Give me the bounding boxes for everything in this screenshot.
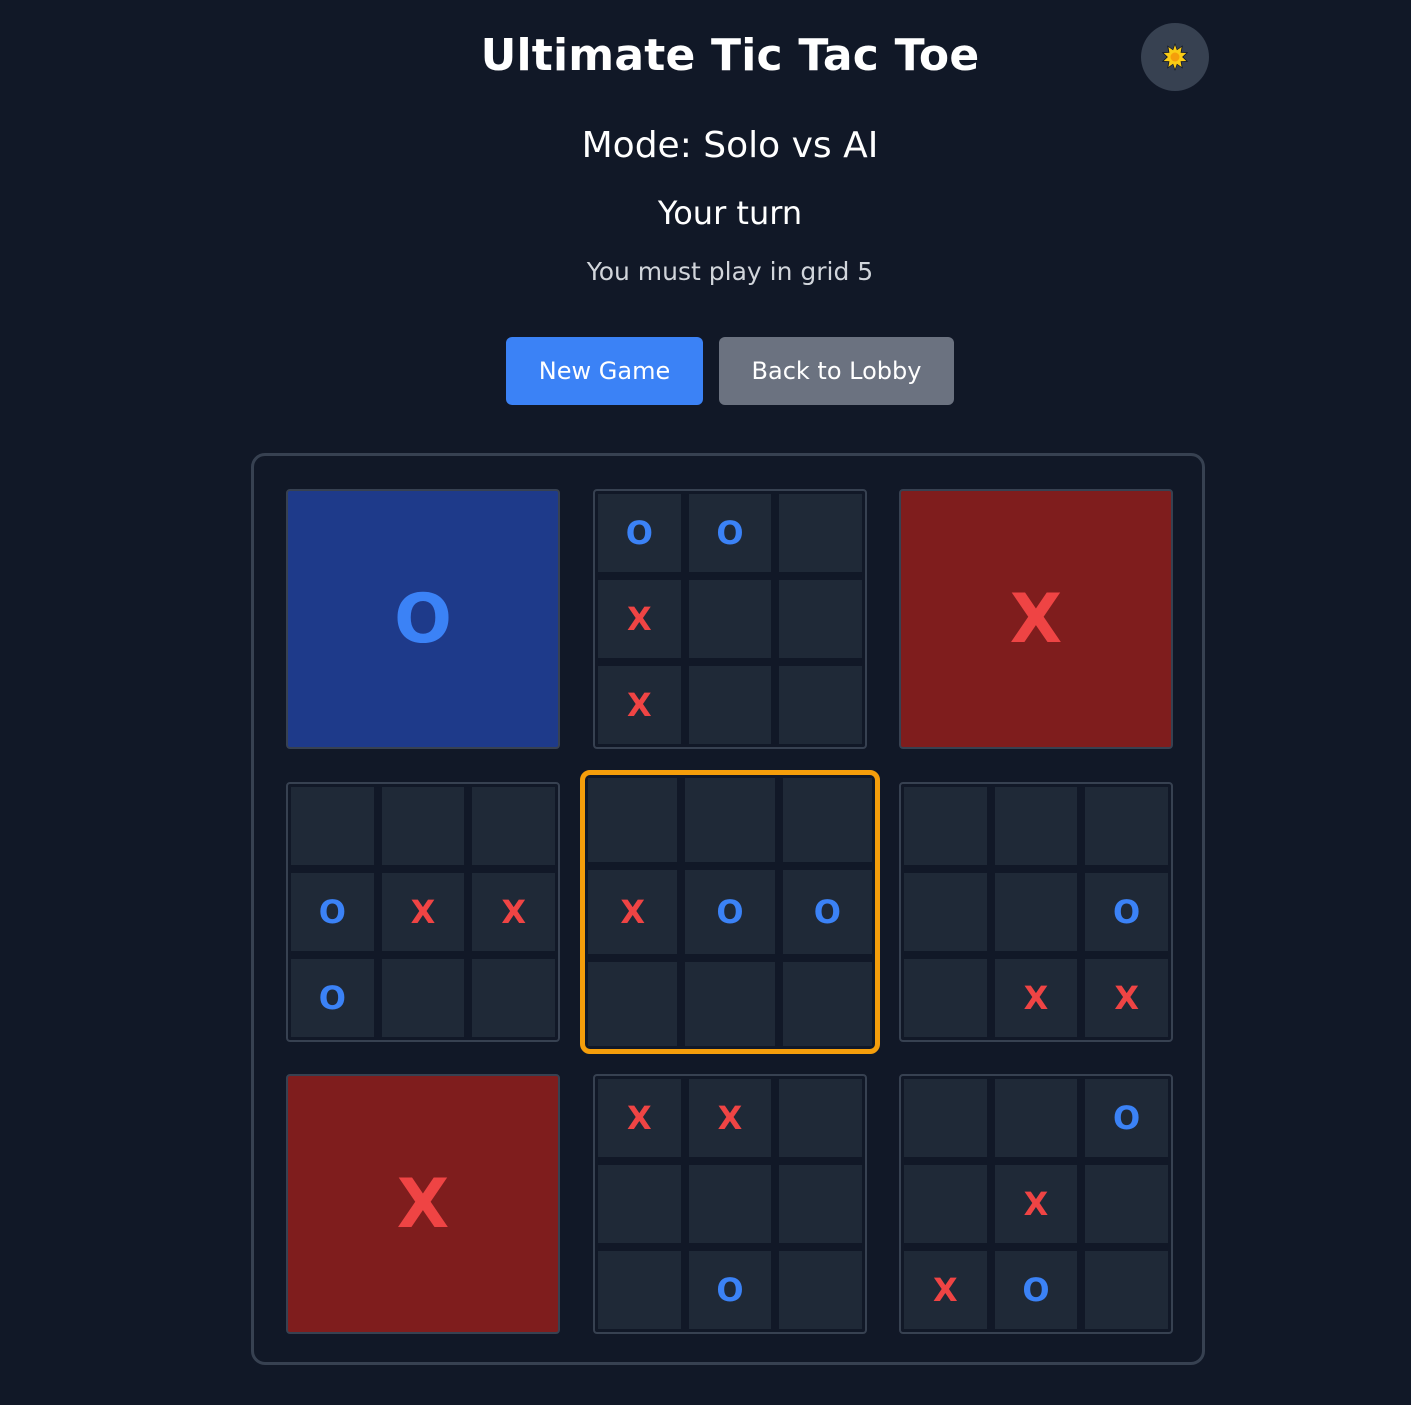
subgrid-cells: OOXX	[598, 494, 862, 744]
subgrid-8: XX O	[593, 1074, 867, 1334]
subgrid-9: OXXO	[899, 1074, 1173, 1334]
grid-hint: You must play in grid 5	[586, 257, 874, 286]
subgrid-6: OXX	[899, 782, 1173, 1042]
cell-6-3[interactable]	[1085, 787, 1168, 865]
won-subgrid-3: X	[899, 489, 1173, 749]
cell-2-6[interactable]	[779, 580, 862, 658]
cell-2-8[interactable]	[688, 666, 772, 744]
cell-2-9[interactable]	[779, 666, 862, 744]
cell-9-4[interactable]	[904, 1165, 987, 1243]
subgrid-5: XOO	[580, 770, 880, 1054]
cell-6-9: X	[1085, 959, 1168, 1037]
cell-8-7[interactable]	[598, 1251, 681, 1329]
cell-6-6: O	[1085, 873, 1168, 951]
cell-9-2[interactable]	[994, 1079, 1078, 1157]
cell-5-4: X	[588, 870, 678, 954]
cell-9-9[interactable]	[1085, 1251, 1168, 1329]
cell-5-6: O	[782, 870, 872, 954]
cell-4-8[interactable]	[381, 959, 465, 1037]
cell-4-3[interactable]	[472, 787, 555, 865]
cell-8-3[interactable]	[779, 1079, 862, 1157]
game-mode-label: Mode: Solo vs AI	[581, 125, 879, 166]
cell-5-3[interactable]	[782, 778, 872, 862]
cell-2-3[interactable]	[779, 494, 862, 572]
cell-2-7: X	[598, 666, 681, 744]
cell-8-8: O	[688, 1251, 772, 1329]
cell-8-5[interactable]	[688, 1165, 772, 1243]
cell-6-1[interactable]	[904, 787, 987, 865]
cell-2-2: O	[688, 494, 772, 572]
cell-6-5[interactable]	[994, 873, 1078, 951]
cell-4-1[interactable]	[291, 787, 374, 865]
cell-5-1[interactable]	[588, 778, 678, 862]
cell-5-7[interactable]	[588, 962, 678, 1046]
theme-toggle-button[interactable]	[1141, 23, 1209, 91]
cell-9-3: O	[1085, 1079, 1168, 1157]
cell-6-2[interactable]	[994, 787, 1078, 865]
cell-6-8: X	[994, 959, 1078, 1037]
cell-6-4[interactable]	[904, 873, 987, 951]
cell-5-8[interactable]	[685, 962, 775, 1046]
cell-8-4[interactable]	[598, 1165, 681, 1243]
cell-6-7[interactable]	[904, 959, 987, 1037]
cell-4-9[interactable]	[472, 959, 555, 1037]
cell-2-1: O	[598, 494, 681, 572]
cell-9-8: O	[994, 1251, 1078, 1329]
subgrid-cells: XX O	[598, 1079, 862, 1329]
winner-mark: X	[396, 1164, 450, 1244]
subgrid-cells: OXXO	[291, 787, 555, 1037]
cell-5-5: O	[685, 870, 775, 954]
cell-8-9[interactable]	[779, 1251, 862, 1329]
cell-9-6[interactable]	[1085, 1165, 1168, 1243]
won-subgrid-1: O	[286, 489, 560, 749]
cell-8-6[interactable]	[779, 1165, 862, 1243]
cell-2-5[interactable]	[688, 580, 772, 658]
subgrid-4: OXXO	[286, 782, 560, 1042]
cell-2-4: X	[598, 580, 681, 658]
cell-4-2[interactable]	[381, 787, 465, 865]
back-to-lobby-button[interactable]: Back to Lobby	[719, 337, 954, 405]
subgrid-cells: XOO	[588, 778, 872, 1046]
game-board: OOOXXXOXXOXOOOXXXXXOOXXO	[251, 453, 1205, 1365]
turn-indicator: Your turn	[657, 194, 803, 232]
cell-4-6: X	[472, 873, 555, 951]
winner-mark: X	[1009, 579, 1063, 659]
cell-4-4: O	[291, 873, 374, 951]
cell-9-5: X	[994, 1165, 1078, 1243]
subgrid-2: OOXX	[593, 489, 867, 749]
subgrid-cells: OXXO	[904, 1079, 1168, 1329]
cell-5-9[interactable]	[782, 962, 872, 1046]
cell-8-2: X	[688, 1079, 772, 1157]
winner-mark: O	[394, 579, 452, 659]
cell-4-5: X	[381, 873, 465, 951]
cell-9-7: X	[904, 1251, 987, 1329]
cell-4-7: O	[291, 959, 374, 1037]
sun-icon	[1161, 43, 1189, 71]
new-game-button[interactable]: New Game	[506, 337, 703, 405]
cell-9-1[interactable]	[904, 1079, 987, 1157]
subgrid-cells: OXX	[904, 787, 1168, 1037]
cell-8-1: X	[598, 1079, 681, 1157]
cell-5-2[interactable]	[685, 778, 775, 862]
won-subgrid-7: X	[286, 1074, 560, 1334]
